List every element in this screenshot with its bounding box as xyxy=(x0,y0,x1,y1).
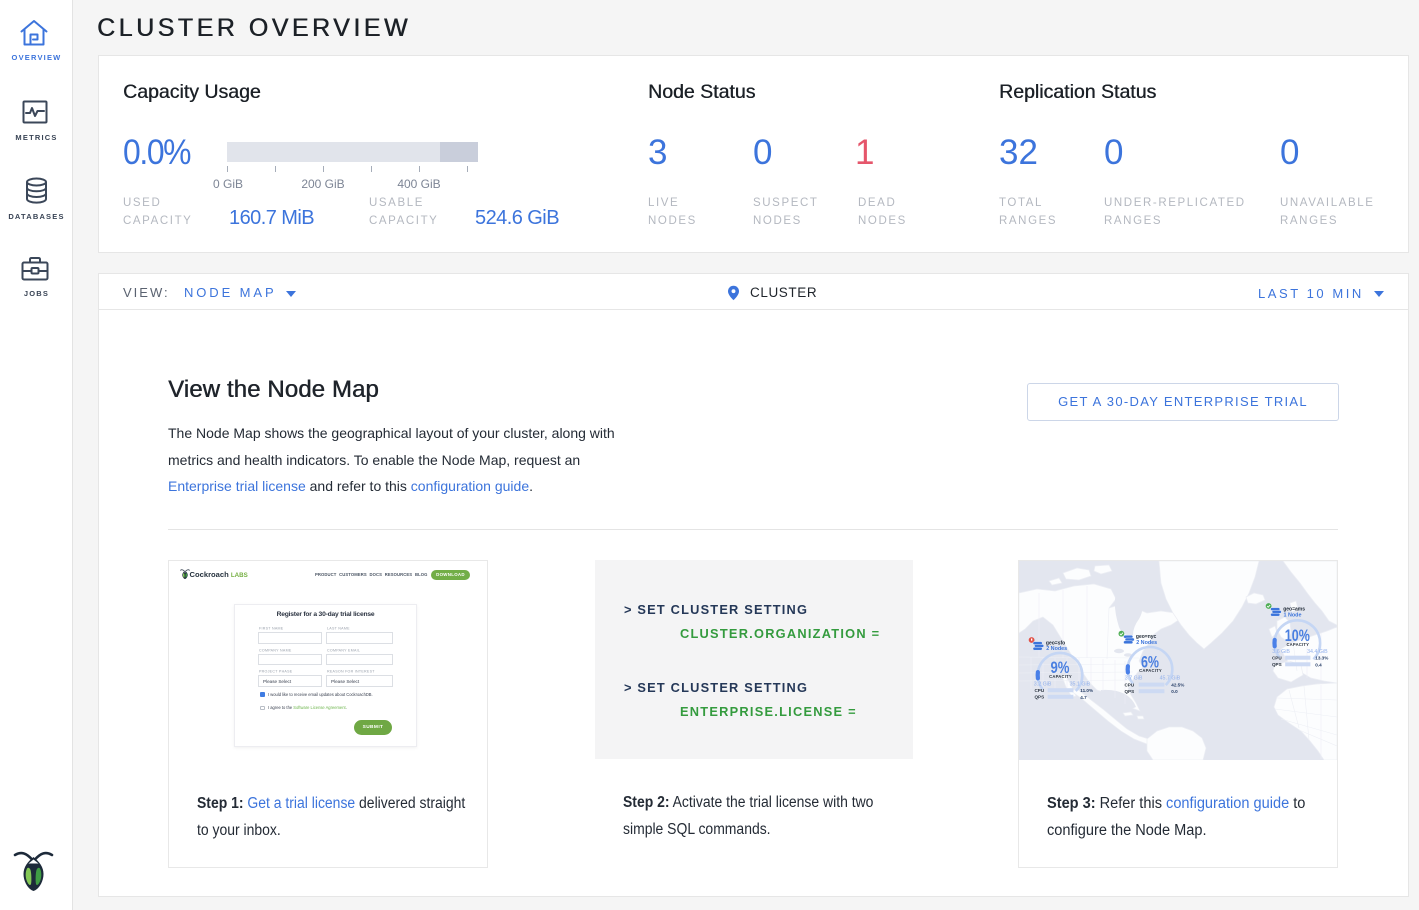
svg-text:3.6 GiB: 3.6 GiB xyxy=(1272,649,1290,655)
svg-text:3.7 GiB: 3.7 GiB xyxy=(1125,676,1143,682)
svg-text:2 Nodes: 2 Nodes xyxy=(1046,646,1067,652)
svg-text:QPS: QPS xyxy=(1124,689,1134,694)
svg-text:13.3%: 13.3% xyxy=(1315,656,1328,661)
svg-text:42.5%: 42.5% xyxy=(1171,683,1184,688)
svg-text:CPU: CPU xyxy=(1272,656,1282,661)
svg-text:2 Nodes: 2 Nodes xyxy=(1136,640,1157,646)
svg-text:QPS: QPS xyxy=(1034,695,1044,700)
svg-text:CAPACITY: CAPACITY xyxy=(1049,674,1072,679)
svg-text:4.7: 4.7 xyxy=(1080,695,1087,700)
svg-text:0.0: 0.0 xyxy=(1171,689,1178,694)
svg-text:CAPACITY: CAPACITY xyxy=(1139,668,1162,673)
svg-text:CPU: CPU xyxy=(1034,688,1044,693)
svg-text:0.4: 0.4 xyxy=(1315,662,1322,667)
svg-text:QPS: QPS xyxy=(1272,662,1282,667)
svg-text:1 Node: 1 Node xyxy=(1284,613,1302,619)
svg-text:11.0%: 11.0% xyxy=(1080,688,1093,693)
svg-text:35.1 GiB: 35.1 GiB xyxy=(1070,681,1091,687)
svg-text:34.4 GiB: 34.4 GiB xyxy=(1307,649,1328,655)
svg-text:45.7 GiB: 45.7 GiB xyxy=(1160,676,1181,682)
svg-text:CPU: CPU xyxy=(1124,682,1134,687)
svg-text:3.2 GiB: 3.2 GiB xyxy=(1034,681,1052,687)
svg-text:CAPACITY: CAPACITY xyxy=(1286,642,1309,647)
